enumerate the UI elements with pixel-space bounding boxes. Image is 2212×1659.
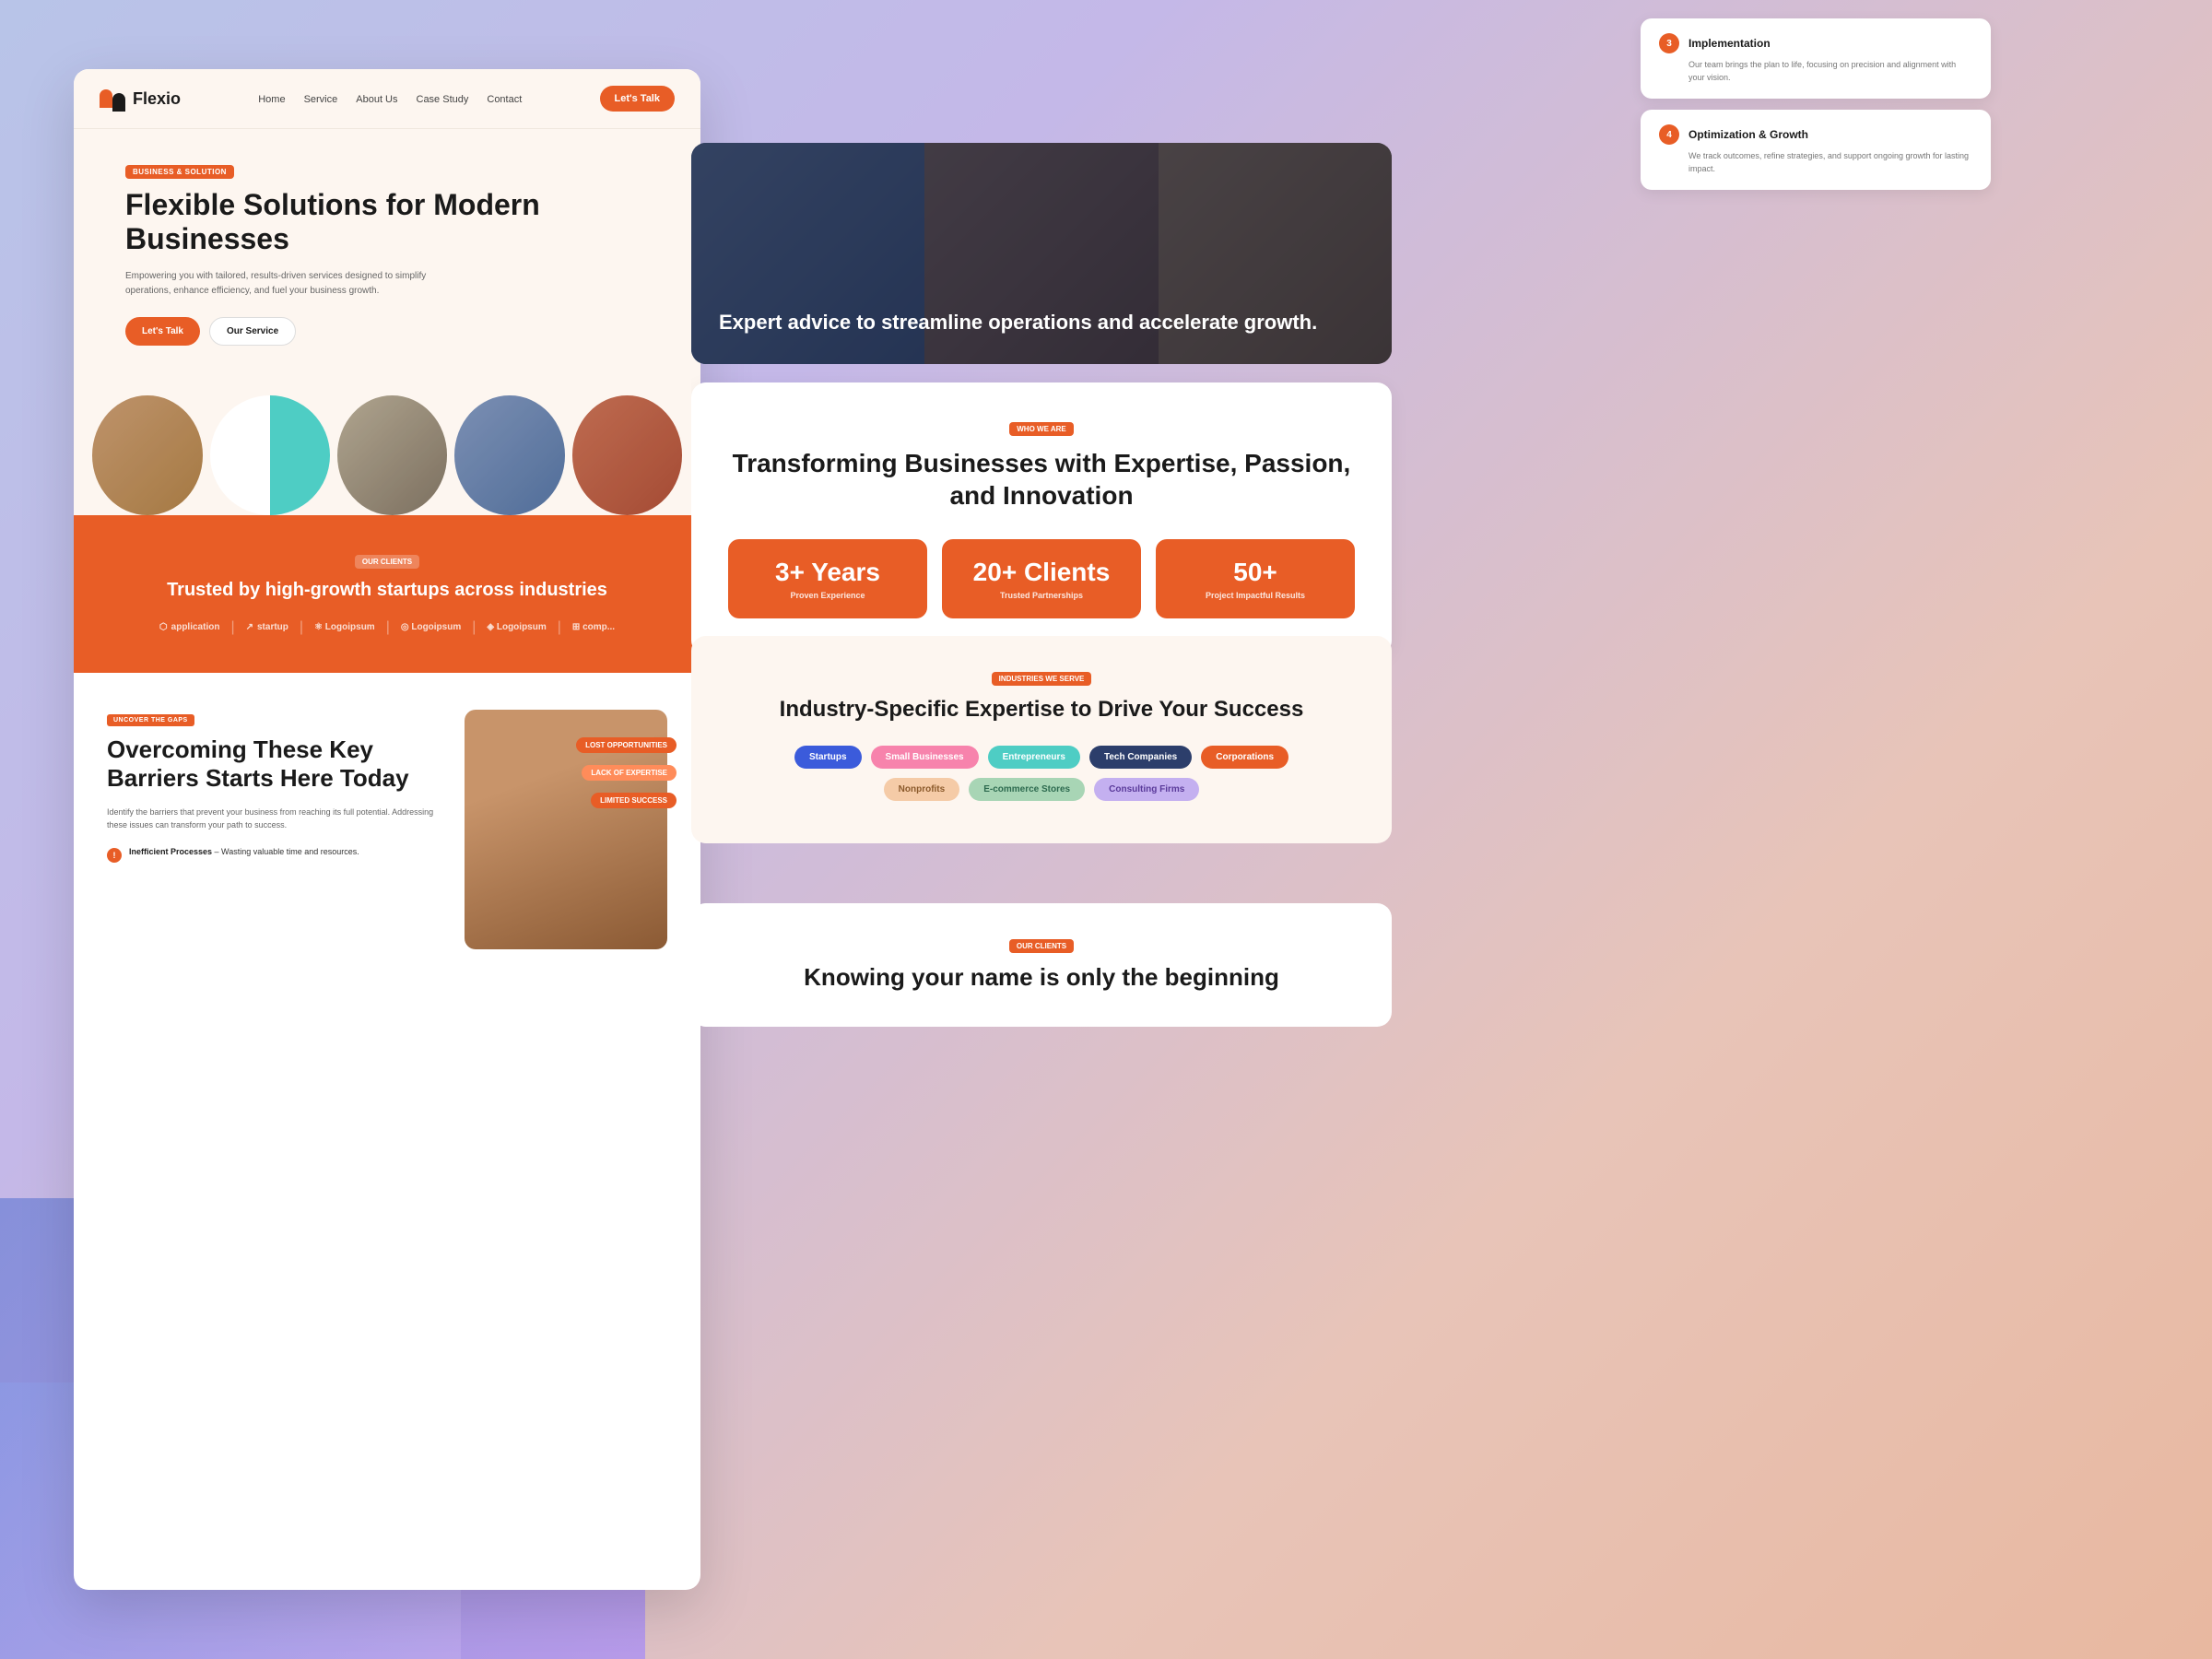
nav-home[interactable]: Home — [258, 94, 285, 105]
process-card-header: 3 Implementation — [1659, 33, 1972, 53]
stat-projects: 50+ Project Impactful Results — [1156, 539, 1355, 618]
barriers-right: LOST OPPORTUNITIES LACK OF EXPERTISE LIM… — [465, 710, 667, 949]
tag-nonprofits[interactable]: Nonprofits — [884, 778, 960, 801]
tag-ecommerce[interactable]: E-commerce Stores — [969, 778, 1085, 801]
barriers-title: Overcoming These Key Barriers Starts Her… — [107, 735, 437, 793]
tag-tech-companies[interactable]: Tech Companies — [1089, 746, 1192, 769]
hero-secondary-button[interactable]: Our Service — [209, 317, 296, 346]
clients-title: Knowing your name is only the beginning — [728, 962, 1355, 994]
tag-limited-success: LIMITED SUCCESS — [591, 793, 677, 808]
nav-cta-button[interactable]: Let's Talk — [600, 86, 675, 112]
hero-teal-shape — [210, 395, 330, 515]
logo-text: Flexio — [133, 89, 181, 109]
stat-projects-label: Project Impactful Results — [1171, 591, 1340, 600]
hero-primary-button[interactable]: Let's Talk — [125, 317, 200, 346]
trusted-section: OUR CLIENTS Trusted by high-growth start… — [74, 515, 700, 673]
hero-subtitle: Empowering you with tailored, results-dr… — [125, 269, 439, 299]
who-section: WHO WE ARE Transforming Businesses with … — [691, 382, 1392, 655]
process-card-header-4: 4 Optimization & Growth — [1659, 124, 1972, 145]
hero-person-3 — [454, 395, 565, 515]
tags-row-2: Nonprofits E-commerce Stores Consulting … — [728, 778, 1355, 801]
nav-links: Home Service About Us Case Study Contact — [258, 90, 522, 107]
tag-entrepreneurs[interactable]: Entrepreneurs — [988, 746, 1080, 769]
tag-small-businesses[interactable]: Small Businesses — [871, 746, 979, 769]
hero-person-2 — [337, 395, 448, 515]
industries-badge: INDUSTRIES WE SERVE — [992, 672, 1092, 686]
stat-years-label: Proven Experience — [743, 591, 912, 600]
process-card-4: 4 Optimization & Growth We track outcome… — [1641, 110, 1991, 190]
tags-row-1: Startups Small Businesses Entrepreneurs … — [728, 746, 1355, 769]
nav-about[interactable]: About Us — [356, 94, 397, 105]
logo-startup: ↗ startup — [246, 622, 288, 632]
banner-overlay: Expert advice to streamline operations a… — [691, 143, 1392, 364]
clients-badge: OUR CLIENTS — [1009, 939, 1074, 953]
process-card-desc-4: We track outcomes, refine strategies, an… — [1659, 150, 1972, 175]
process-card-3: 3 Implementation Our team brings the pla… — [1641, 18, 1991, 99]
hero-buttons: Let's Talk Our Service — [125, 317, 649, 346]
logo-2: ◎ Logoipsum — [401, 622, 461, 632]
tag-corporations[interactable]: Corporations — [1201, 746, 1288, 769]
barriers-badge: UNCOVER THE GAPS — [107, 714, 194, 726]
logo: Flexio — [100, 89, 181, 109]
process-section: 3 Implementation Our team brings the pla… — [1622, 0, 2009, 219]
logo-icon — [100, 89, 125, 108]
trusted-badge: OUR CLIENTS — [355, 555, 419, 569]
barrier-text: Inefficient Processes – Wasting valuable… — [129, 847, 359, 856]
industries-section: INDUSTRIES WE SERVE Industry-Specific Ex… — [691, 636, 1392, 843]
process-card-title-3: Implementation — [1688, 37, 1771, 50]
clients-section: OUR CLIENTS Knowing your name is only th… — [691, 903, 1392, 1027]
barriers-left: UNCOVER THE GAPS Overcoming These Key Ba… — [107, 710, 437, 870]
hero-person-1 — [92, 395, 203, 515]
tag-lost-opportunities: LOST OPPORTUNITIES — [576, 737, 677, 753]
industries-title: Industry-Specific Expertise to Drive You… — [728, 695, 1355, 724]
step-number-4: 4 — [1659, 124, 1679, 145]
trusted-title: Trusted by high-growth startups across i… — [92, 580, 682, 601]
hero-title: Flexible Solutions for Modern Businesses — [125, 188, 649, 256]
tag-consulting[interactable]: Consulting Firms — [1094, 778, 1199, 801]
logo-application: ⬡ application — [159, 622, 220, 632]
left-website-mockup: Flexio Home Service About Us Case Study … — [74, 69, 700, 1590]
process-card-desc-3: Our team brings the plan to life, focusi… — [1659, 59, 1972, 84]
stat-clients: 20+ Clients Trusted Partnerships — [942, 539, 1141, 618]
stat-clients-num: 20+ Clients — [957, 558, 1126, 587]
logo-comp: ⊞ comp... — [572, 622, 615, 632]
navbar: Flexio Home Service About Us Case Study … — [74, 69, 700, 129]
barriers-section: UNCOVER THE GAPS Overcoming These Key Ba… — [74, 673, 700, 986]
stat-projects-num: 50+ — [1171, 558, 1340, 587]
right-panel: 3 Implementation Our team brings the pla… — [691, 0, 2028, 1659]
who-title: Transforming Businesses with Expertise, … — [728, 447, 1355, 512]
hero-person-4 — [572, 395, 683, 515]
nav-case-study[interactable]: Case Study — [417, 94, 469, 105]
hero-badge: BUSINESS & SOLUTION — [125, 165, 234, 179]
stat-years: 3+ Years Proven Experience — [728, 539, 927, 618]
hero-images — [74, 373, 700, 515]
who-badge: WHO WE ARE — [1009, 422, 1073, 436]
logo-strip: ⬡ application | ↗ startup | ⚛ Logoipsum … — [92, 619, 682, 636]
barrier-item: Inefficient Processes – Wasting valuable… — [107, 847, 437, 863]
banner-text: Expert advice to streamline operations a… — [719, 310, 1317, 336]
process-card-title-4: Optimization & Growth — [1688, 128, 1808, 141]
step-number-3: 3 — [1659, 33, 1679, 53]
stats-row: 3+ Years Proven Experience 20+ Clients T… — [728, 539, 1355, 618]
barrier-icon — [107, 848, 122, 863]
nav-service[interactable]: Service — [304, 94, 338, 105]
tag-startups[interactable]: Startups — [794, 746, 862, 769]
barriers-subtitle: Identify the barriers that prevent your … — [107, 806, 437, 832]
tag-lack-expertise: LACK OF EXPERTISE — [582, 765, 677, 781]
hero-section: BUSINESS & SOLUTION Flexible Solutions f… — [74, 129, 700, 373]
logo-3: ◈ Logoipsum — [487, 622, 546, 632]
stat-years-num: 3+ Years — [743, 558, 912, 587]
nav-contact[interactable]: Contact — [487, 94, 522, 105]
stat-clients-label: Trusted Partnerships — [957, 591, 1126, 600]
logo-1: ⚛ Logoipsum — [314, 622, 375, 632]
banner-section: Expert advice to streamline operations a… — [691, 143, 1392, 364]
